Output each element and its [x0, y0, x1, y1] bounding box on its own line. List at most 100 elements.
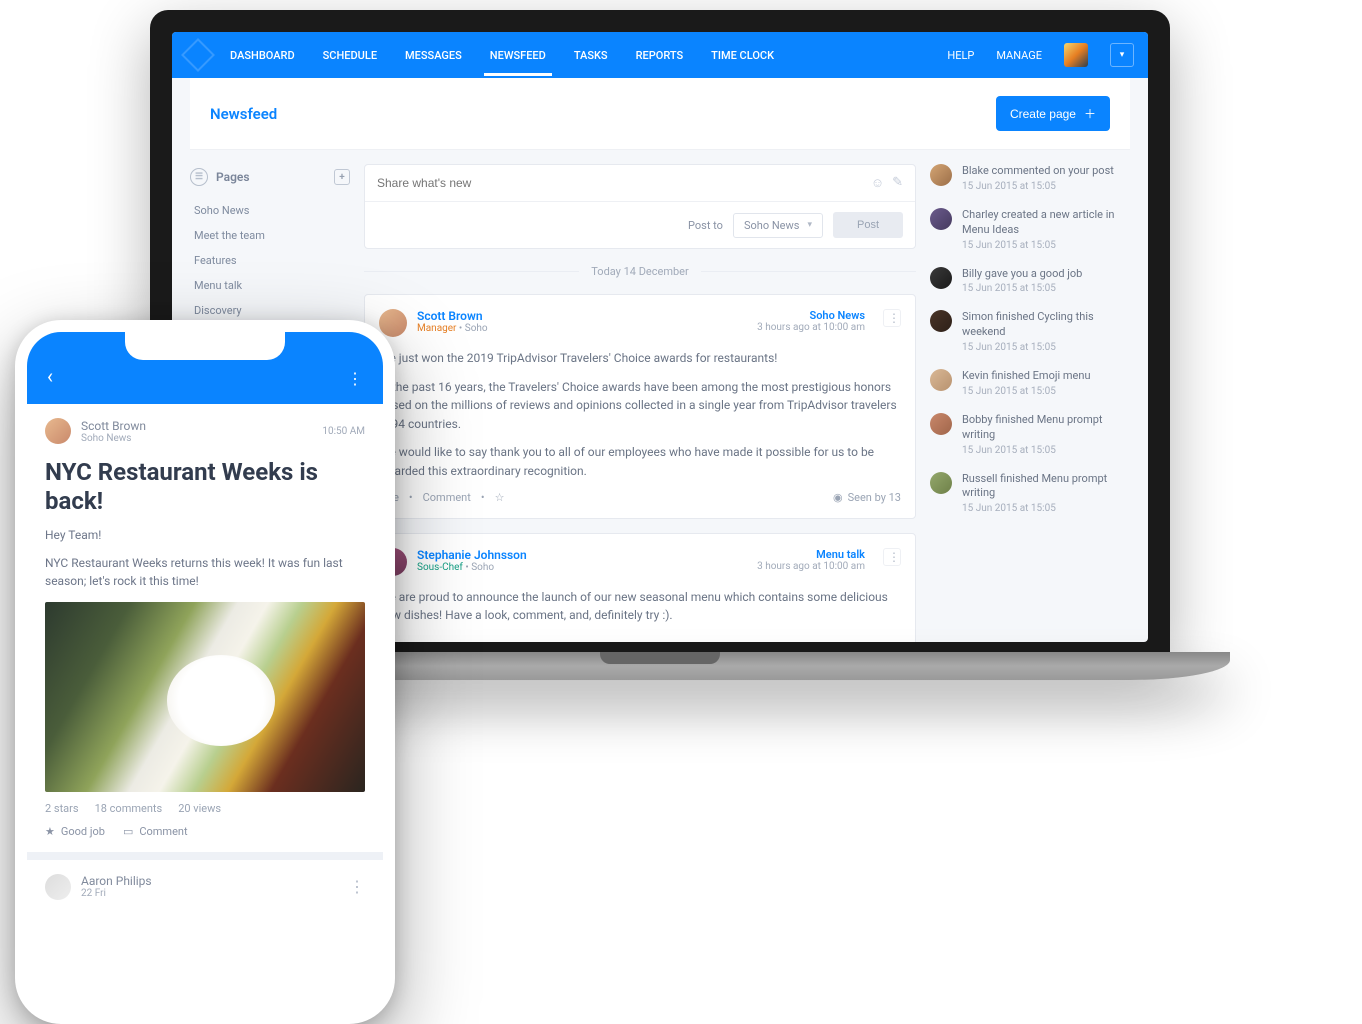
create-page-button[interactable]: Create page ＋	[996, 96, 1110, 131]
activity-time: 15 Jun 2015 at 15:05	[962, 445, 1130, 456]
activity-item[interactable]: Billy gave you a good job 15 Jun 2015 at…	[930, 267, 1130, 295]
activity-item[interactable]: Bobby finished Menu prompt writing 15 Ju…	[930, 413, 1130, 456]
post-author-name[interactable]: Stephanie Johnsson	[417, 548, 527, 562]
mobile-post-header: Scott Brown Soho News 10:50 AM	[45, 418, 365, 444]
page-link-soho-news[interactable]: Soho News	[190, 198, 350, 223]
post-to-value: Soho News	[744, 219, 800, 232]
activity-time: 15 Jun 2015 at 15:05	[962, 342, 1130, 353]
activity-text: Bobby finished Menu prompt writing	[962, 413, 1130, 443]
back-icon[interactable]: ‹	[47, 364, 53, 388]
more-icon[interactable]: ⋮	[347, 369, 363, 388]
eye-icon: ◉	[833, 491, 843, 504]
star-icon[interactable]: ★	[45, 825, 55, 838]
post-actions: Like• Comment• ☆ ◉Seen by 13	[379, 491, 901, 504]
stat-stars: 2 stars	[45, 802, 79, 815]
activity-avatar	[930, 208, 952, 230]
activity-text: Kevin finished Emoji menu	[962, 369, 1091, 384]
plus-icon: ＋	[1084, 105, 1096, 122]
seen-by: ◉Seen by 13	[833, 491, 901, 504]
post-more-icon[interactable]: ⋮	[883, 548, 901, 566]
activity-item[interactable]: Simon finished Cycling this weekend 15 J…	[930, 310, 1130, 353]
mobile-greeting: Hey Team!	[45, 526, 365, 544]
post-author-name[interactable]: Scott Brown	[417, 309, 488, 323]
comment-action[interactable]: Comment	[139, 825, 187, 838]
nav-item-messages[interactable]: MESSAGES	[405, 35, 462, 76]
page-title: Newsfeed	[210, 105, 277, 123]
mobile-avatar	[45, 418, 71, 444]
user-menu-caret[interactable]: ▾	[1110, 43, 1134, 67]
post-paragraph: We would like to say thank you to all of…	[379, 443, 901, 480]
page-link-features[interactable]: Features	[190, 248, 350, 273]
goodjob-action[interactable]: Good job	[61, 825, 105, 838]
activity-avatar	[930, 413, 952, 435]
activity-time: 15 Jun 2015 at 15:05	[962, 240, 1130, 251]
nav-item-schedule[interactable]: SCHEDULE	[323, 35, 377, 76]
nav-items: DASHBOARD SCHEDULE MESSAGES NEWSFEED TASKS RE…	[230, 35, 774, 76]
phone-body: ‹ ⋮ Scott Brown Soho News 10:50 AM NYC R…	[15, 320, 395, 1024]
mobile-avatar-2	[45, 874, 71, 900]
pages-header: ☰ Pages +	[190, 164, 350, 198]
nav-item-dashboard[interactable]: DASHBOARD	[230, 35, 295, 76]
activity-avatar	[930, 369, 952, 391]
mobile-post-2-more-icon[interactable]: ⋮	[349, 877, 365, 896]
post-more-icon[interactable]: ⋮	[883, 309, 901, 327]
nav-manage[interactable]: MANAGE	[996, 49, 1042, 62]
activity-text: Russell finished Menu prompt writing	[962, 472, 1130, 502]
post-paragraph: We just won the 2019 TripAdvisor Travele…	[379, 349, 901, 368]
post-channel[interactable]: Soho News	[757, 309, 865, 322]
post-timestamp: 3 hours ago at 10:00 am	[757, 322, 865, 333]
comment-action[interactable]: Comment	[423, 491, 471, 504]
post-timestamp: 3 hours ago at 10:00 am	[757, 561, 865, 572]
page-link-menu-talk[interactable]: Menu talk	[190, 273, 350, 298]
activity-item[interactable]: Russell finished Menu prompt writing 15 …	[930, 472, 1130, 515]
post-to-select[interactable]: Soho News ▾	[733, 213, 823, 238]
stat-views: 20 views	[178, 802, 221, 815]
add-page-button[interactable]: +	[334, 169, 350, 185]
activity-time: 15 Jun 2015 at 15:05	[962, 283, 1082, 294]
post-author-role: Sous-Chef • Soho	[417, 562, 527, 573]
post-author-role: Manager • Soho	[417, 323, 488, 334]
activity-item[interactable]: Blake commented on your post 15 Jun 2015…	[930, 164, 1130, 192]
mobile-author: Scott Brown	[81, 419, 146, 433]
mobile-author-2: Aaron Philips	[81, 874, 152, 888]
activity-item[interactable]: Charley created a new article in Menu Id…	[930, 208, 1130, 251]
attachment-icon[interactable]: ✎	[892, 175, 903, 191]
mobile-post-title: NYC Restaurant Weeks is back!	[45, 458, 365, 516]
composer-input[interactable]	[377, 176, 871, 190]
phone-mockup: ‹ ⋮ Scott Brown Soho News 10:50 AM NYC R…	[15, 320, 395, 1024]
emoji-icon[interactable]: ☺	[871, 175, 884, 191]
star-icon[interactable]: ☆	[495, 491, 505, 504]
activity-avatar	[930, 472, 952, 494]
posts-list: Scott Brown Manager • Soho Soho News 3 h…	[364, 294, 916, 642]
post-card: Scott Brown Manager • Soho Soho News 3 h…	[364, 294, 916, 519]
mobile-stats: 2 stars 18 comments 20 views	[45, 802, 365, 815]
create-page-label: Create page	[1010, 107, 1076, 121]
post-channel[interactable]: Menu talk	[757, 548, 865, 561]
pages-title: Pages	[216, 170, 250, 184]
post-body: We are proud to announce the launch of o…	[379, 588, 901, 625]
nav-item-time-clock[interactable]: TIME CLOCK	[711, 35, 774, 76]
post-button[interactable]: Post	[833, 212, 903, 238]
mobile-date-2: 22 Fri	[81, 888, 152, 899]
mobile-channel: Soho News	[81, 433, 146, 444]
comment-bubble-icon[interactable]: ▭	[123, 825, 133, 838]
user-avatar[interactable]	[1064, 43, 1088, 67]
nav-item-reports[interactable]: REPORTS	[636, 35, 684, 76]
phone-screen: ‹ ⋮ Scott Brown Soho News 10:50 AM NYC R…	[27, 332, 383, 1012]
activity-time: 15 Jun 2015 at 15:05	[962, 386, 1091, 397]
activity-column: Blake commented on your post 15 Jun 2015…	[930, 164, 1130, 628]
composer: ☺ ✎ Post to Soho News ▾ Post	[364, 164, 916, 249]
nav-help[interactable]: HELP	[947, 49, 974, 62]
activity-avatar	[930, 310, 952, 332]
page-link-meet-the-team[interactable]: Meet the team	[190, 223, 350, 248]
nav-item-newsfeed[interactable]: NEWSFEED	[490, 35, 546, 76]
activity-item[interactable]: Kevin finished Emoji menu 15 Jun 2015 at…	[930, 369, 1130, 397]
activity-avatar	[930, 164, 952, 186]
mobile-post-2-header: Aaron Philips 22 Fri ⋮	[45, 874, 365, 900]
pages-icon: ☰	[190, 168, 208, 186]
mobile-divider	[27, 852, 383, 860]
activity-text: Blake commented on your post	[962, 164, 1114, 179]
mobile-actions: ★ Good job ▭ Comment	[45, 825, 365, 838]
post-to-label: Post to	[688, 219, 723, 232]
nav-item-tasks[interactable]: TASKS	[574, 35, 608, 76]
